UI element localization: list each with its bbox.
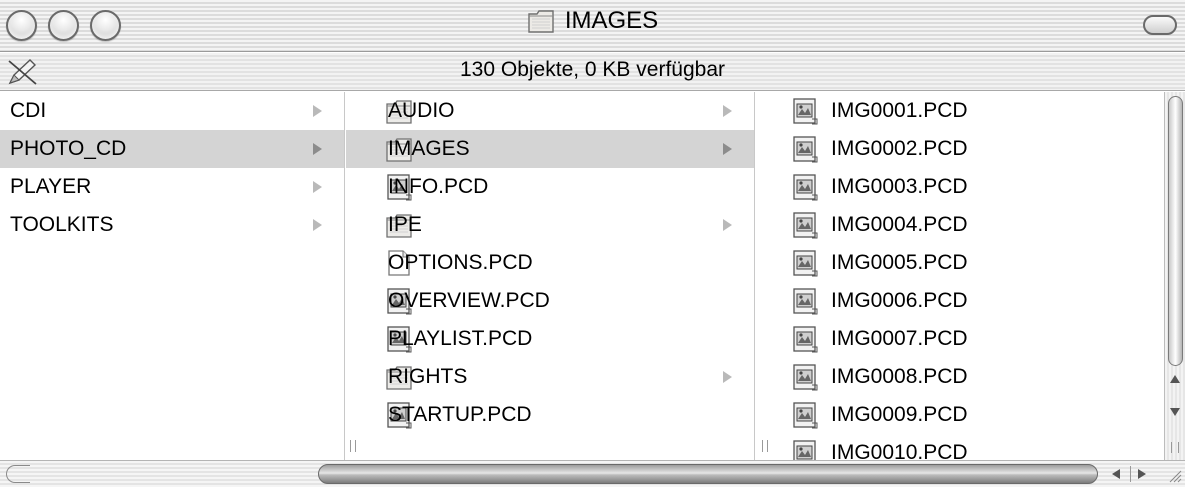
item-label: IMG0002.PCD [831,137,968,160]
zoom-button[interactable] [90,10,121,41]
column-item-options-pcd[interactable]: OPTIONS.PCD [346,244,754,282]
horizontal-scrollbar[interactable] [0,460,1185,487]
window-title-group: IMAGES [0,7,1185,35]
horizontal-scroll-thumb[interactable] [318,464,1098,484]
item-label: OPTIONS.PCD [388,251,533,274]
disclosure-arrow-icon [723,143,732,155]
item-label: PLAYER [10,175,92,198]
vertical-scrollbar[interactable] [1164,92,1185,460]
column-item-img0003[interactable]: IMG0003.PCD [756,168,1164,206]
status-bar: 130 Objekte, 0 KB verfügbar [0,53,1185,91]
column-browser: CDI PHOTO_CD PLAYER TOOLKITS AUDIO IMAGE… [0,92,1185,460]
image-file-icon [793,440,816,460]
image-file-icon [793,326,818,353]
item-label: PLAYLIST.PCD [388,327,533,350]
folder-icon[interactable] [527,8,555,34]
item-label: CDI [10,99,47,122]
column-item-img0004[interactable]: IMG0004.PCD [756,206,1164,244]
disclosure-arrow-icon [313,105,322,117]
image-file-icon [793,402,818,429]
item-label: IMG0006.PCD [831,289,968,312]
item-label: IMG0010.PCD [831,441,968,460]
no-write-pencil-icon [8,59,37,85]
column-item-img0005[interactable]: IMG0005.PCD [756,244,1164,282]
scroll-left-arrow-icon[interactable] [1112,469,1120,479]
item-label: RIGHTS [388,365,468,388]
image-file-icon [793,250,818,277]
item-label: AUDIO [388,99,455,122]
column-item-startup-pcd[interactable]: STARTUP.PCD [346,396,754,434]
resize-grip-icon[interactable] [1166,467,1182,483]
scroll-down-arrow-icon[interactable] [1170,408,1180,416]
scroll-up-arrow-icon[interactable] [1170,375,1180,383]
disclosure-arrow-icon [723,219,732,231]
column-item-ipe[interactable]: IPE [346,206,754,244]
column-item-img0002[interactable]: IMG0002.PCD [756,130,1164,168]
column-item-images[interactable]: IMAGES [346,130,754,168]
close-button[interactable] [6,10,37,41]
column-item-img0008[interactable]: IMG0008.PCD [756,358,1164,396]
column-item-cdi[interactable]: CDI [0,92,344,130]
column-resize-grip[interactable] [350,440,356,452]
scroll-track-cap [6,465,30,483]
item-label: IMG0001.PCD [831,99,968,122]
image-file-icon [793,98,818,125]
column-item-img0009[interactable]: IMG0009.PCD [756,396,1164,434]
status-text: 130 Objekte, 0 KB verfügbar [460,58,725,81]
column-item-player[interactable]: PLAYER [0,168,344,206]
browser-column-3: IMG0001.PCD IMG0002.PCD IMG0003.PCD IMG0… [756,92,1164,460]
scroll-right-arrow-icon[interactable] [1138,469,1146,479]
minimize-button[interactable] [48,10,79,41]
column-item-overview-pcd[interactable]: OVERVIEW.PCD [346,282,754,320]
item-label: IMG0005.PCD [831,251,968,274]
column-item-img0007[interactable]: IMG0007.PCD [756,320,1164,358]
window-controls [6,10,121,41]
disclosure-arrow-icon [723,371,732,383]
column-resize-grip[interactable] [762,440,768,452]
column-resize-grip[interactable] [1171,442,1179,453]
item-label: IMG0003.PCD [831,175,968,198]
column-item-img0006[interactable]: IMG0006.PCD [756,282,1164,320]
image-file-icon [793,364,818,391]
browser-column-1: CDI PHOTO_CD PLAYER TOOLKITS [0,92,345,460]
item-label: IMAGES [388,137,470,160]
column-item-audio[interactable]: AUDIO [346,92,754,130]
image-file-icon [793,288,818,315]
item-label: INFO.PCD [388,175,489,198]
image-file-icon [793,212,818,239]
item-label: IMG0007.PCD [831,327,968,350]
column-item-playlist-pcd[interactable]: PLAYLIST.PCD [346,320,754,358]
disclosure-arrow-icon [313,181,322,193]
item-label: IMG0004.PCD [831,213,968,236]
item-label: IMG0008.PCD [831,365,968,388]
column-item-toolkits[interactable]: TOOLKITS [0,206,344,244]
column-item-img0001[interactable]: IMG0001.PCD [756,92,1164,130]
column-item-img0010[interactable]: IMG0010.PCD [756,434,1164,460]
column-item-rights[interactable]: RIGHTS [346,358,754,396]
image-file-icon [793,136,818,163]
vertical-scroll-thumb[interactable] [1168,96,1183,366]
item-label: STARTUP.PCD [388,403,532,426]
browser-column-2: AUDIO IMAGES INFO.PCD IPE OPTIONS.PCD OV… [346,92,755,460]
item-label: PHOTO_CD [10,137,127,160]
divider [1130,466,1131,482]
item-label: IPE [388,213,422,236]
image-file-icon [793,174,818,201]
column-item-photo-cd[interactable]: PHOTO_CD [0,130,344,168]
item-label: IMG0009.PCD [831,403,968,426]
window-title: IMAGES [564,7,659,34]
disclosure-arrow-icon [313,219,322,231]
item-label: OVERVIEW.PCD [388,289,550,312]
column-item-info-pcd[interactable]: INFO.PCD [346,168,754,206]
title-bar[interactable]: IMAGES [0,0,1185,52]
toolbar-toggle-button[interactable] [1143,15,1177,35]
item-label: TOOLKITS [10,213,114,236]
disclosure-arrow-icon [313,143,322,155]
disclosure-arrow-icon [723,105,732,117]
